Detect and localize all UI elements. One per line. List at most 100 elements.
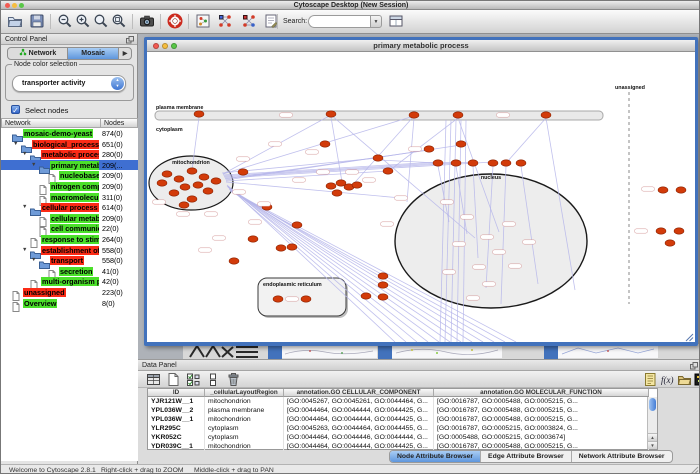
graph-node[interactable] [378, 273, 388, 279]
graph-node[interactable] [301, 296, 311, 302]
table-cell[interactable]: [GO:0044464, GO:0044444, GO:0044425, G..… [284, 415, 434, 424]
table-cell[interactable]: mitochondrion [205, 415, 284, 424]
tree-row[interactable]: unassigned223(0) [1, 287, 138, 298]
table-cell[interactable]: YDR039C__1 [148, 442, 205, 451]
table-cell[interactable]: [GO:0045267, GO:0045261, GO:0044464, G..… [284, 397, 434, 406]
graph-node[interactable] [488, 160, 498, 166]
layout-nodes-icon[interactable] [217, 13, 235, 31]
tree-row[interactable]: ▼biological_process651(0) [1, 139, 138, 150]
tab-mosaic[interactable]: Mosaic [67, 48, 118, 59]
function-builder-icon[interactable]: f(x) [660, 372, 675, 387]
zoom-fit-icon[interactable] [93, 13, 111, 31]
import-attributes-icon[interactable] [677, 372, 692, 387]
help-icon[interactable] [167, 13, 185, 31]
graph-node[interactable] [273, 296, 283, 302]
tabs-overflow-arrow-icon[interactable]: ▶ [118, 48, 131, 59]
disclosure-triangle-icon[interactable]: ▼ [22, 150, 27, 159]
table-cell[interactable]: plasma membrane [205, 406, 284, 415]
annotation-icon[interactable] [263, 13, 281, 31]
tree-row[interactable]: macromolecule311(0) [1, 192, 138, 203]
graph-node[interactable] [276, 245, 286, 251]
graph-node[interactable] [501, 160, 511, 166]
table-cell[interactable]: mitochondrion [205, 442, 284, 451]
new-attribute-icon[interactable] [166, 372, 181, 387]
select-nodes-checkbox[interactable]: ✓ [11, 105, 20, 114]
delete-attribute-icon[interactable] [226, 372, 241, 387]
select-attributes-icon[interactable] [186, 372, 201, 387]
table-cell[interactable]: [GO:0044464, GO:0044446, GO:0044444, G..… [284, 433, 434, 442]
graph-node[interactable] [378, 282, 388, 288]
table-cell[interactable]: YJR121W__1 [148, 397, 205, 406]
graph-node[interactable] [169, 190, 179, 196]
graph-node[interactable] [361, 293, 371, 299]
table-column-header[interactable]: ID [148, 389, 205, 397]
table-cell[interactable]: YPL036W__2 [148, 406, 205, 415]
graph-node[interactable] [352, 182, 362, 188]
zoom-selected-icon[interactable] [111, 13, 129, 31]
tab-edge-attribute-browser[interactable]: Edge Attribute Browser [480, 451, 571, 462]
graph-node[interactable] [332, 190, 342, 196]
graph-node[interactable] [383, 168, 393, 174]
tab-network-attribute-browser[interactable]: Network Attribute Browser [571, 451, 672, 462]
tree-column-network[interactable]: Network [1, 118, 101, 128]
tree-row[interactable]: nucleobase-cont209(0) [1, 170, 138, 181]
graph-node[interactable] [658, 187, 668, 193]
tree-row[interactable]: ▼establishment of lo558(0) [1, 245, 138, 256]
tree-row[interactable]: multi-organism pro42(0) [1, 276, 138, 287]
graph-node[interactable] [409, 112, 419, 118]
graph-node[interactable] [541, 112, 551, 118]
table-cell[interactable]: [GO:0016787, GO:0005488, GO:0005215, G..… [434, 406, 649, 415]
graph-node[interactable] [453, 112, 463, 118]
graph-node[interactable] [179, 202, 189, 208]
table-cell[interactable]: YPL036W__1 [148, 415, 205, 424]
graph-node[interactable] [674, 228, 684, 234]
unselect-attributes-icon[interactable] [206, 372, 221, 387]
graph-node[interactable] [199, 174, 209, 180]
vizmapper-icon[interactable] [195, 13, 213, 31]
table-cell[interactable]: [GO:0044464, GO:0044444, GO:0044425, G..… [284, 406, 434, 415]
network-canvas[interactable]: plasma membranecytoplasmmitochondrionnuc… [147, 52, 695, 342]
graph-node[interactable] [433, 160, 443, 166]
table-row[interactable]: YLR295Ccytoplasm[GO:0045263, GO:0044464,… [148, 424, 648, 433]
disclosure-triangle-icon[interactable]: ▼ [31, 256, 36, 265]
graph-node[interactable] [373, 155, 383, 161]
graph-node[interactable] [665, 240, 675, 246]
table-scrollbar[interactable]: ▲▼ [647, 397, 657, 449]
app-resize-grip-icon[interactable] [690, 466, 699, 474]
graph-node[interactable] [203, 188, 213, 194]
graph-node[interactable] [248, 236, 258, 242]
tree-row[interactable]: ▼transport558(0) [1, 255, 138, 266]
zoom-in-icon[interactable] [75, 13, 93, 31]
resize-grip-icon[interactable] [685, 333, 694, 342]
graph-node[interactable] [238, 169, 248, 175]
tab-network[interactable]: Network [8, 48, 67, 59]
search-combo-arrow-icon[interactable]: ▼ [370, 15, 382, 28]
tree-row[interactable]: ▼primary metabol209(... [1, 160, 138, 171]
graph-node[interactable] [187, 196, 197, 202]
network-window-titlebar[interactable]: primary metabolic process [147, 40, 695, 52]
table-row[interactable]: YPL036W__1mitochondrion[GO:0044464, GO:0… [148, 415, 648, 424]
tree-row[interactable]: ▼cellular process614(0) [1, 202, 138, 213]
scroll-up-icon[interactable]: ▲ [648, 433, 657, 441]
graph-node[interactable] [174, 176, 184, 182]
disclosure-triangle-icon[interactable]: ▼ [31, 161, 36, 170]
layout-edges-icon[interactable] [241, 13, 259, 31]
graph-node[interactable] [326, 183, 336, 189]
graph-node[interactable] [424, 146, 434, 152]
graph-node[interactable] [211, 178, 221, 184]
table-row[interactable]: YPL036W__2plasma membrane[GO:0044464, GO… [148, 406, 648, 415]
table-cell[interactable]: cytoplasm [205, 433, 284, 442]
tree-row[interactable]: mosaic-demo-yeast874(0) [1, 128, 138, 139]
tree-row[interactable]: Overview8(0) [1, 298, 138, 309]
tree-row[interactable]: response to stimulu264(0) [1, 234, 138, 245]
disclosure-triangle-icon[interactable]: ▼ [13, 140, 18, 149]
graph-node[interactable] [451, 160, 461, 166]
graph-node[interactable] [656, 228, 666, 234]
graph-node[interactable] [187, 168, 197, 174]
graph-node[interactable] [229, 258, 239, 264]
graph-node[interactable] [456, 141, 466, 147]
tab-node-attribute-browser[interactable]: Node Attribute Browser [390, 451, 480, 462]
table-cell[interactable]: YKR052C [148, 433, 205, 442]
open-icon[interactable] [7, 13, 25, 31]
table-cell[interactable]: mitochondrion [205, 397, 284, 406]
